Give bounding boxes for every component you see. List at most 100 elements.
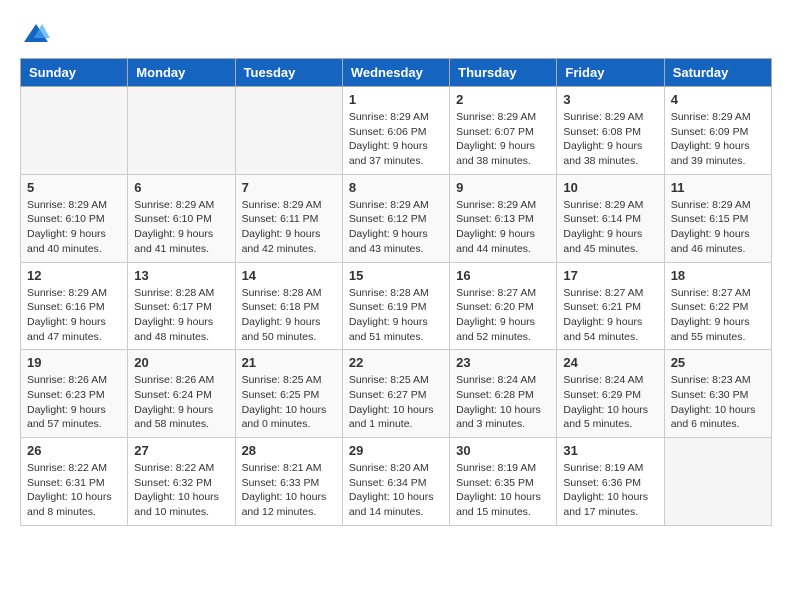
header — [20, 20, 772, 48]
calendar-cell: 22 Sunrise: 8:25 AM Sunset: 6:27 PM Dayli… — [342, 350, 449, 438]
day-info: Sunrise: 8:24 AM Sunset: 6:28 PM Dayligh… — [456, 373, 550, 432]
calendar-cell: 31 Sunrise: 8:19 AM Sunset: 6:36 PM Dayli… — [557, 438, 664, 526]
day-number: 10 — [563, 180, 657, 195]
day-number: 26 — [27, 443, 121, 458]
day-number: 29 — [349, 443, 443, 458]
logo-icon — [22, 20, 50, 48]
day-info: Sunrise: 8:29 AM Sunset: 6:09 PM Dayligh… — [671, 110, 765, 169]
calendar-cell: 16 Sunrise: 8:27 AM Sunset: 6:20 PM Dayli… — [450, 262, 557, 350]
calendar-cell: 8 Sunrise: 8:29 AM Sunset: 6:12 PM Daylig… — [342, 174, 449, 262]
calendar-week-row: 5 Sunrise: 8:29 AM Sunset: 6:10 PM Daylig… — [21, 174, 772, 262]
day-number: 23 — [456, 355, 550, 370]
day-number: 7 — [242, 180, 336, 195]
day-info: Sunrise: 8:24 AM Sunset: 6:29 PM Dayligh… — [563, 373, 657, 432]
day-info: Sunrise: 8:29 AM Sunset: 6:16 PM Dayligh… — [27, 286, 121, 345]
calendar-cell: 13Sunrise: 8:28 AM Sunset: 6:17 PM Dayli… — [128, 262, 235, 350]
day-info: Sunrise: 8:27 AM Sunset: 6:20 PM Dayligh… — [456, 286, 550, 345]
calendar-cell — [128, 87, 235, 175]
calendar-week-row: 1 Sunrise: 8:29 AM Sunset: 6:06 PM Daylig… — [21, 87, 772, 175]
calendar-cell: 27Sunrise: 8:22 AM Sunset: 6:32 PM Dayli… — [128, 438, 235, 526]
calendar-cell — [21, 87, 128, 175]
day-info: Sunrise: 8:23 AM Sunset: 6:30 PM Dayligh… — [671, 373, 765, 432]
day-info: Sunrise: 8:22 AM Sunset: 6:31 PM Dayligh… — [27, 461, 121, 520]
day-header-friday: Friday — [557, 59, 664, 87]
day-info: Sunrise: 8:29 AM Sunset: 6:07 PM Dayligh… — [456, 110, 550, 169]
day-number: 28 — [242, 443, 336, 458]
calendar-cell: 6 Sunrise: 8:29 AM Sunset: 6:10 PM Daylig… — [128, 174, 235, 262]
day-number: 9 — [456, 180, 550, 195]
day-number: 25 — [671, 355, 765, 370]
day-info: Sunrise: 8:25 AM Sunset: 6:27 PM Dayligh… — [349, 373, 443, 432]
calendar-cell: 25 Sunrise: 8:23 AM Sunset: 6:30 PM Dayli… — [664, 350, 771, 438]
day-info: Sunrise: 8:21 AM Sunset: 6:33 PM Dayligh… — [242, 461, 336, 520]
day-info: Sunrise: 8:22 AM Sunset: 6:32 PM Dayligh… — [134, 461, 228, 520]
day-number: 21 — [242, 355, 336, 370]
day-info: Sunrise: 8:29 AM Sunset: 6:06 PM Dayligh… — [349, 110, 443, 169]
day-number: 11 — [671, 180, 765, 195]
calendar-week-row: 19Sunrise: 8:26 AM Sunset: 6:23 PM Dayli… — [21, 350, 772, 438]
calendar-cell: 28 Sunrise: 8:21 AM Sunset: 6:33 PM Dayli… — [235, 438, 342, 526]
day-info: Sunrise: 8:28 AM Sunset: 6:18 PM Dayligh… — [242, 286, 336, 345]
day-header-wednesday: Wednesday — [342, 59, 449, 87]
day-header-tuesday: Tuesday — [235, 59, 342, 87]
calendar-cell: 15 Sunrise: 8:28 AM Sunset: 6:19 PM Dayli… — [342, 262, 449, 350]
calendar-cell: 11 Sunrise: 8:29 AM Sunset: 6:15 PM Dayli… — [664, 174, 771, 262]
calendar-cell: 18Sunrise: 8:27 AM Sunset: 6:22 PM Dayli… — [664, 262, 771, 350]
day-info: Sunrise: 8:29 AM Sunset: 6:11 PM Dayligh… — [242, 198, 336, 257]
day-number: 19 — [27, 355, 121, 370]
day-header-thursday: Thursday — [450, 59, 557, 87]
day-info: Sunrise: 8:29 AM Sunset: 6:08 PM Dayligh… — [563, 110, 657, 169]
day-header-sunday: Sunday — [21, 59, 128, 87]
day-number: 24 — [563, 355, 657, 370]
day-number: 16 — [456, 268, 550, 283]
day-number: 3 — [563, 92, 657, 107]
day-number: 8 — [349, 180, 443, 195]
day-number: 17 — [563, 268, 657, 283]
calendar-week-row: 26 Sunrise: 8:22 AM Sunset: 6:31 PM Dayli… — [21, 438, 772, 526]
calendar-cell: 17Sunrise: 8:27 AM Sunset: 6:21 PM Dayli… — [557, 262, 664, 350]
calendar-table: SundayMondayTuesdayWednesdayThursdayFrid… — [20, 58, 772, 526]
day-info: Sunrise: 8:19 AM Sunset: 6:36 PM Dayligh… — [563, 461, 657, 520]
day-number: 1 — [349, 92, 443, 107]
calendar-cell: 30 Sunrise: 8:19 AM Sunset: 6:35 PM Dayli… — [450, 438, 557, 526]
day-info: Sunrise: 8:29 AM Sunset: 6:15 PM Dayligh… — [671, 198, 765, 257]
calendar-week-row: 12 Sunrise: 8:29 AM Sunset: 6:16 PM Dayli… — [21, 262, 772, 350]
calendar-cell: 12 Sunrise: 8:29 AM Sunset: 6:16 PM Dayli… — [21, 262, 128, 350]
day-info: Sunrise: 8:29 AM Sunset: 6:12 PM Dayligh… — [349, 198, 443, 257]
day-number: 2 — [456, 92, 550, 107]
calendar-cell — [235, 87, 342, 175]
calendar-cell: 5 Sunrise: 8:29 AM Sunset: 6:10 PM Daylig… — [21, 174, 128, 262]
calendar-cell: 23 Sunrise: 8:24 AM Sunset: 6:28 PM Dayli… — [450, 350, 557, 438]
day-info: Sunrise: 8:25 AM Sunset: 6:25 PM Dayligh… — [242, 373, 336, 432]
day-number: 12 — [27, 268, 121, 283]
calendar-cell: 4 Sunrise: 8:29 AM Sunset: 6:09 PM Daylig… — [664, 87, 771, 175]
day-info: Sunrise: 8:29 AM Sunset: 6:10 PM Dayligh… — [27, 198, 121, 257]
day-number: 4 — [671, 92, 765, 107]
calendar-cell: 7 Sunrise: 8:29 AM Sunset: 6:11 PM Daylig… — [235, 174, 342, 262]
calendar-header-row: SundayMondayTuesdayWednesdayThursdayFrid… — [21, 59, 772, 87]
day-number: 18 — [671, 268, 765, 283]
day-number: 5 — [27, 180, 121, 195]
day-header-saturday: Saturday — [664, 59, 771, 87]
calendar-cell: 29Sunrise: 8:20 AM Sunset: 6:34 PM Dayli… — [342, 438, 449, 526]
day-number: 15 — [349, 268, 443, 283]
logo — [20, 20, 50, 48]
day-info: Sunrise: 8:28 AM Sunset: 6:19 PM Dayligh… — [349, 286, 443, 345]
day-number: 22 — [349, 355, 443, 370]
day-info: Sunrise: 8:29 AM Sunset: 6:14 PM Dayligh… — [563, 198, 657, 257]
day-info: Sunrise: 8:19 AM Sunset: 6:35 PM Dayligh… — [456, 461, 550, 520]
calendar-cell: 21 Sunrise: 8:25 AM Sunset: 6:25 PM Dayli… — [235, 350, 342, 438]
day-info: Sunrise: 8:29 AM Sunset: 6:13 PM Dayligh… — [456, 198, 550, 257]
day-info: Sunrise: 8:26 AM Sunset: 6:24 PM Dayligh… — [134, 373, 228, 432]
day-number: 30 — [456, 443, 550, 458]
calendar-cell: 20Sunrise: 8:26 AM Sunset: 6:24 PM Dayli… — [128, 350, 235, 438]
day-number: 31 — [563, 443, 657, 458]
calendar-cell: 1 Sunrise: 8:29 AM Sunset: 6:06 PM Daylig… — [342, 87, 449, 175]
day-info: Sunrise: 8:29 AM Sunset: 6:10 PM Dayligh… — [134, 198, 228, 257]
day-number: 6 — [134, 180, 228, 195]
calendar-cell: 14 Sunrise: 8:28 AM Sunset: 6:18 PM Dayli… — [235, 262, 342, 350]
day-number: 14 — [242, 268, 336, 283]
calendar-cell: 3 Sunrise: 8:29 AM Sunset: 6:08 PM Daylig… — [557, 87, 664, 175]
calendar-cell — [664, 438, 771, 526]
calendar-cell: 19Sunrise: 8:26 AM Sunset: 6:23 PM Dayli… — [21, 350, 128, 438]
